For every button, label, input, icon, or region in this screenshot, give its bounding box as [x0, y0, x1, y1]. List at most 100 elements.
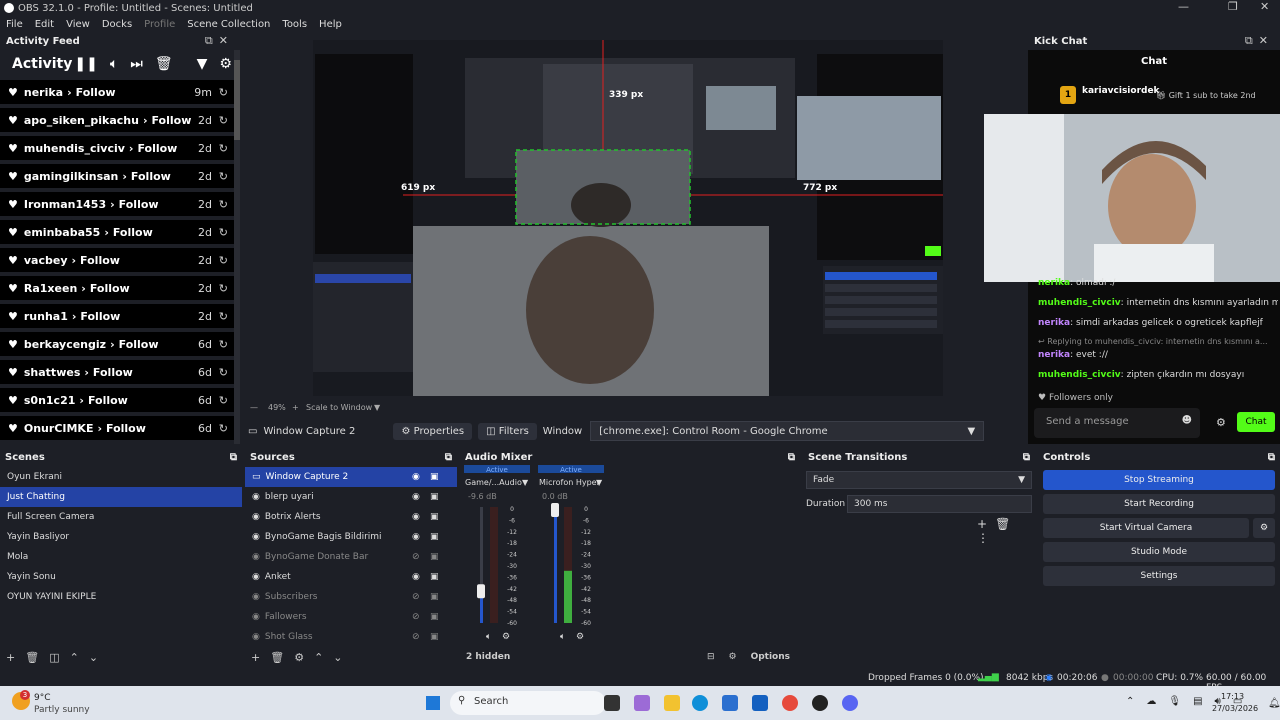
- menu-help[interactable]: Help: [313, 19, 348, 30]
- settings-button[interactable]: Settings: [1043, 566, 1275, 586]
- scene-item[interactable]: Oyun Ekrani: [0, 467, 242, 487]
- window-select[interactable]: [chrome.exe]: Control Room - Google Chro…: [590, 421, 985, 441]
- activity-item[interactable]: ♥ s0n1c21 › Follow 6d ↻: [0, 388, 234, 412]
- properties-button[interactable]: ⚙︎ Properties: [393, 422, 473, 440]
- chat-user[interactable]: muhendis_civciv: [1038, 370, 1121, 380]
- activity-item[interactable]: ♥ nerika › Follow 9m ↻: [0, 80, 234, 104]
- activity-item[interactable]: ♥ berkaycengiz › Follow 6d ↻: [0, 332, 234, 356]
- chevron-down-icon[interactable]: ▼: [374, 403, 380, 412]
- obs-icon[interactable]: [812, 695, 828, 711]
- float-dock-icon[interactable]: ⧉: [445, 452, 452, 463]
- menu-file[interactable]: File: [0, 19, 29, 30]
- hidden-count[interactable]: 2 hidden: [466, 652, 510, 662]
- lock-icon[interactable]: ▣: [430, 532, 439, 542]
- source-item[interactable]: ◉ BynoGame Bagis Bildirimi ◉ ▣: [245, 527, 457, 547]
- trash-icon[interactable]: 🗑︎: [155, 56, 173, 72]
- source-item[interactable]: ◉ Shot Glass ⊘ ▣: [245, 627, 457, 647]
- chat-settings-icon[interactable]: ⚙︎: [1216, 416, 1226, 429]
- float-dock-icon[interactable]: ⧉: [1268, 452, 1275, 463]
- pause-icon[interactable]: ❚❚: [74, 56, 97, 72]
- source-item[interactable]: ◉ Fallowers ⊘ ▣: [245, 607, 457, 627]
- chat-input[interactable]: Send a message ☻: [1034, 408, 1200, 438]
- volume-icon[interactable]: 🔈︎: [110, 56, 118, 72]
- menu-tools[interactable]: Tools: [276, 19, 313, 30]
- start-recording-button[interactable]: Start Recording: [1043, 494, 1275, 514]
- activity-item[interactable]: ♥ Ra1xeen › Follow 2d ↻: [0, 276, 234, 300]
- file-explorer-icon[interactable]: [664, 695, 680, 711]
- mixer-options-button[interactable]: Options: [751, 652, 790, 662]
- activity-item[interactable]: ♥ OnurCIMKE › Follow 6d ↻: [0, 416, 234, 440]
- duration-input[interactable]: 300 ms: [847, 495, 1032, 513]
- add-source-icon[interactable]: +: [251, 651, 260, 664]
- source-item[interactable]: ◉ Subscribers ⊘ ▣: [245, 587, 457, 607]
- transition-select[interactable]: Fade ▼: [806, 471, 1032, 489]
- scene-item[interactable]: OYUN YAYINI EKIPLE: [0, 587, 242, 607]
- replay-icon[interactable]: ↻: [219, 394, 228, 407]
- virtual-camera-settings-icon[interactable]: ⚙︎: [1253, 518, 1275, 538]
- clock-time[interactable]: 17:13: [1221, 692, 1244, 701]
- maximize-button[interactable]: ❐: [1228, 0, 1238, 13]
- scene-filter-icon[interactable]: ◫: [49, 651, 59, 664]
- source-item[interactable]: ◉ BynoGame Donate Bar ⊘ ▣: [245, 547, 457, 567]
- lock-icon[interactable]: ▣: [430, 572, 439, 582]
- activity-scrollbar[interactable]: [234, 50, 240, 444]
- stop-streaming-button[interactable]: Stop Streaming: [1043, 470, 1275, 490]
- lock-icon[interactable]: ▣: [430, 552, 439, 562]
- source-item[interactable]: ▭ Window Capture 2 ◉ ▣: [245, 467, 457, 487]
- eye-slash-icon[interactable]: ⊘: [412, 552, 420, 562]
- eye-icon[interactable]: ◉: [412, 492, 420, 502]
- activity-item[interactable]: ♥ apo_siken_pikachu › Follow 2d ↻: [0, 108, 234, 132]
- float-dock-icon[interactable]: ⧉: [230, 452, 237, 463]
- menu-docks[interactable]: Docks: [96, 19, 138, 30]
- add-scene-icon[interactable]: +: [6, 651, 15, 664]
- more-options-icon[interactable]: ⋮: [977, 531, 997, 545]
- top-gifter-name[interactable]: kariavcisiordek: [1082, 86, 1160, 96]
- add-transition-icon[interactable]: +: [977, 517, 995, 531]
- tray-chevron-icon[interactable]: ⌃: [1126, 696, 1146, 707]
- scene-item[interactable]: Yayin Basliyor: [0, 527, 242, 547]
- activity-item[interactable]: ♥ eminbaba55 › Follow 2d ↻: [0, 220, 234, 244]
- menu-view[interactable]: View: [60, 19, 96, 30]
- scene-item[interactable]: Just Chatting: [0, 487, 242, 507]
- remove-transition-icon[interactable]: 🗑︎: [995, 517, 1018, 531]
- copilot-icon[interactable]: [634, 695, 650, 711]
- store-icon[interactable]: [722, 695, 738, 711]
- eye-icon[interactable]: ◉: [412, 472, 420, 482]
- eye-icon[interactable]: ◉: [412, 532, 420, 542]
- replay-icon[interactable]: ↻: [219, 86, 228, 99]
- scene-item[interactable]: Full Screen Camera: [0, 507, 242, 527]
- chat-user[interactable]: nerika: [1038, 350, 1070, 360]
- lock-icon[interactable]: ▣: [430, 592, 439, 602]
- chat-send-button[interactable]: Chat: [1237, 412, 1275, 432]
- remove-source-icon[interactable]: 🗑︎: [270, 651, 284, 664]
- zoom-out-icon[interactable]: —: [250, 403, 258, 412]
- replay-icon[interactable]: ↻: [219, 114, 228, 127]
- preview-canvas[interactable]: 339 px 619 px 772 px: [313, 40, 943, 396]
- close-dock-icon[interactable]: ✕: [219, 34, 234, 47]
- filters-button[interactable]: ◫ Filters: [478, 422, 537, 440]
- chat-user[interactable]: nerika: [1038, 278, 1070, 288]
- replay-icon[interactable]: ↻: [219, 338, 228, 351]
- task-view-icon[interactable]: [604, 695, 620, 711]
- activity-item[interactable]: ♥ runha1 › Follow 2d ↻: [0, 304, 234, 328]
- activity-item[interactable]: ♥ Ironman1453 › Follow 2d ↻: [0, 192, 234, 216]
- menu-scene-collection[interactable]: Scene Collection: [181, 19, 276, 30]
- eye-slash-icon[interactable]: ⊘: [412, 632, 420, 642]
- source-item[interactable]: ◉ Anket ◉ ▣: [245, 567, 457, 587]
- menu-edit[interactable]: Edit: [29, 19, 60, 30]
- close-dock-icon[interactable]: ✕: [1259, 34, 1274, 47]
- lock-icon[interactable]: ▣: [430, 492, 439, 502]
- lock-icon[interactable]: ▣: [430, 472, 439, 482]
- scene-item[interactable]: Mola: [0, 547, 242, 567]
- eye-icon[interactable]: ◉: [412, 572, 420, 582]
- source-item[interactable]: ◉ Botrix Alerts ◉ ▣: [245, 507, 457, 527]
- float-dock-icon[interactable]: ⧉: [1023, 452, 1030, 463]
- chat-user[interactable]: muhendis_civciv: [1038, 298, 1121, 308]
- move-down-icon[interactable]: ⌄: [333, 651, 342, 664]
- microphone-icon[interactable]: 🎙︎: [1168, 696, 1193, 707]
- skip-icon[interactable]: ⏭︎: [130, 56, 143, 72]
- lock-icon[interactable]: ▣: [430, 632, 439, 642]
- menu-profile[interactable]: Profile: [138, 19, 181, 30]
- edge-icon[interactable]: [692, 695, 708, 711]
- onedrive-icon[interactable]: ☁: [1146, 696, 1168, 707]
